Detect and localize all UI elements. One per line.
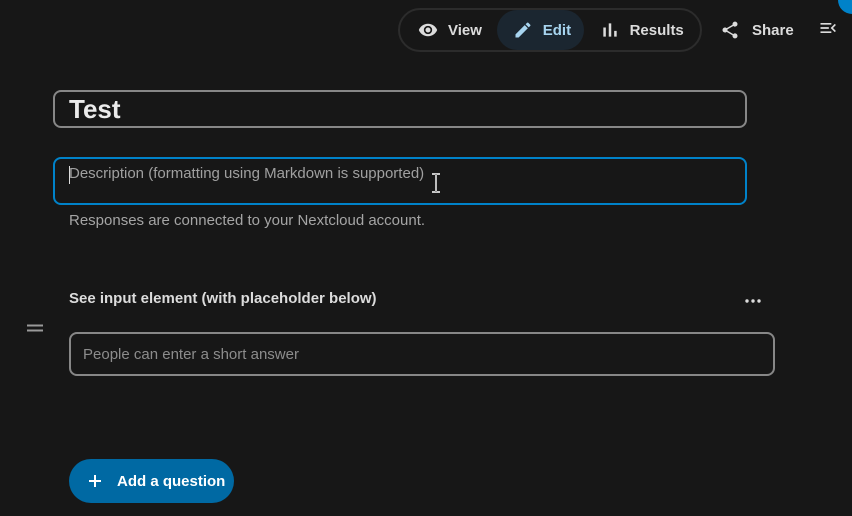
results-mode-button[interactable]: Results — [584, 10, 698, 50]
short-answer-placeholder: People can enter a short answer — [83, 345, 299, 363]
edit-mode-label: Edit — [542, 21, 572, 39]
form-description-placeholder: Description (formatting using Markdown i… — [69, 165, 425, 182]
menu-open-icon — [818, 18, 838, 43]
edit-mode-button[interactable]: Edit — [496, 10, 584, 50]
more-horizontal-icon — [745, 290, 761, 308]
forms-editor: View Edit Results Share Test Description… — [0, 0, 852, 516]
add-question-label: Add a question — [117, 472, 226, 490]
eye-icon — [418, 20, 438, 40]
form-description-input[interactable]: Description (formatting using Markdown i… — [53, 157, 747, 205]
share-button[interactable]: Share — [708, 10, 794, 50]
question-title[interactable]: See input element (with placeholder belo… — [69, 290, 377, 307]
sidebar-toggle-button[interactable] — [812, 14, 844, 46]
form-title-input[interactable]: Test — [53, 90, 747, 128]
plus-icon — [87, 473, 103, 489]
text-cursor-icon — [432, 173, 440, 193]
pencil-icon — [513, 20, 533, 40]
mode-switch: View Edit Results — [398, 8, 702, 52]
view-mode-button[interactable]: View — [402, 10, 497, 50]
form-title-text: Test — [69, 93, 121, 124]
drag-handle-icon[interactable] — [26, 321, 44, 335]
add-question-button[interactable]: Add a question — [69, 459, 234, 503]
view-mode-label: View — [448, 21, 482, 39]
text-caret — [69, 166, 70, 184]
short-answer-input[interactable]: People can enter a short answer — [69, 332, 775, 376]
bar-chart-icon — [600, 20, 620, 40]
share-icon — [720, 20, 740, 40]
share-label: Share — [752, 21, 794, 39]
question-actions-button[interactable] — [738, 286, 768, 312]
results-mode-label: Results — [629, 21, 684, 39]
account-info-text: Responses are connected to your Nextclou… — [69, 212, 426, 229]
corner-accent — [838, 0, 852, 14]
